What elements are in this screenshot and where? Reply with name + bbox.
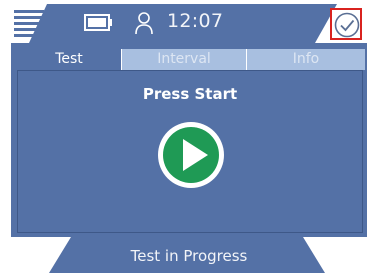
battery-icon xyxy=(84,14,112,31)
main-panel: Test Interval Info Press Start xyxy=(11,43,367,237)
press-start-prompt: Press Start xyxy=(142,85,238,103)
tab-info[interactable]: Info xyxy=(247,49,365,70)
tab-interval[interactable]: Interval xyxy=(121,49,247,70)
test-status-text: Test in Progress xyxy=(130,247,248,265)
header-bar: 12:07 xyxy=(11,4,367,43)
tab-bar: Test Interval Info xyxy=(17,49,365,70)
hamburger-menu-icon xyxy=(14,10,44,37)
test-content-area: Press Start xyxy=(17,70,363,233)
footer-status-bar: Test in Progress xyxy=(11,237,367,273)
tab-test[interactable]: Test xyxy=(17,49,121,70)
user-icon xyxy=(135,12,153,35)
checkmark-circle-icon xyxy=(334,12,360,38)
start-button[interactable] xyxy=(158,122,224,188)
device-screen: 12:07 Test Interval Info Press Start Tes… xyxy=(11,4,367,273)
play-icon xyxy=(183,139,208,171)
clock-time: 12:07 xyxy=(167,10,224,32)
menu-button[interactable] xyxy=(14,10,44,38)
status-check-button[interactable] xyxy=(330,8,362,40)
